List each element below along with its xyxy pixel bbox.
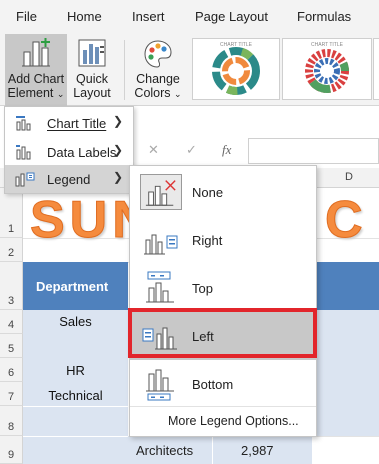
row-header-5[interactable]: 5 <box>0 334 23 358</box>
menu-item-data-labels[interactable]: Data Labels ❯ <box>5 138 133 166</box>
chart-style-thumbnail-1[interactable]: CHART TITLE <box>192 38 280 100</box>
legend-none-icon <box>140 174 182 210</box>
table-header-cell[interactable] <box>317 262 379 310</box>
tab-formulas[interactable]: Formulas <box>297 9 351 24</box>
more-legend-options-link[interactable]: More Legend Options... <box>168 414 299 428</box>
add-chart-element-button[interactable]: Add Chart Element ⌄ <box>5 34 67 106</box>
legend-label-right: Right <box>192 233 223 248</box>
menu-label-legend: Legend <box>47 172 91 187</box>
chevron-down-icon: ⌄ <box>174 89 182 99</box>
quick-layout-icon <box>78 39 106 67</box>
legend-label-bottom: Bottom <box>192 377 234 392</box>
dept-cell-empty[interactable] <box>23 436 128 464</box>
table-header-department[interactable]: Department <box>23 262 128 310</box>
submenu-divider <box>130 406 316 407</box>
dept-cell-hr[interactable]: HR <box>23 358 128 382</box>
change-colors-button[interactable]: Change Colors ⌄ <box>130 34 186 106</box>
legend-submenu: None Right Top Left Bottom More Legend O… <box>129 165 317 437</box>
chevron-down-icon: ⌄ <box>56 89 65 99</box>
ribbon-separator <box>124 40 125 100</box>
row-header-1[interactable]: 1 <box>0 188 23 238</box>
sheet-title-art-tail: C <box>325 191 368 250</box>
legend-label-none: None <box>192 185 224 200</box>
column-header-d[interactable]: D <box>345 171 353 183</box>
dept-cell-empty[interactable] <box>23 334 128 358</box>
dept-cell-technical[interactable]: Technical <box>23 382 128 406</box>
legend-bottom-icon <box>146 369 174 401</box>
tab-insert[interactable]: Insert <box>132 9 165 24</box>
palette-icon <box>144 40 172 68</box>
formula-input[interactable] <box>248 138 379 164</box>
insert-function-icon[interactable]: fx <box>222 142 231 158</box>
row-header-2[interactable]: 2 <box>0 238 23 262</box>
row-header-3[interactable]: 3 <box>0 262 23 310</box>
tab-page-layout[interactable]: Page Layout <box>195 9 268 24</box>
row-header-8[interactable]: 8 <box>0 406 23 436</box>
legend-option-none[interactable]: None <box>130 168 316 216</box>
row-header-4[interactable]: 4 <box>0 310 23 334</box>
ribbon: Add Chart Element ⌄ Quick Layout ⌄ Chang… <box>0 34 379 113</box>
cancel-icon[interactable]: ✕ <box>148 142 159 158</box>
tab-home[interactable]: Home <box>67 9 102 24</box>
quick-layout-label-2: Layout <box>73 86 111 100</box>
legend-option-right[interactable]: Right <box>130 216 316 264</box>
sunburst-thumbnail <box>212 47 260 95</box>
add-chart-label-2: Element <box>7 86 54 100</box>
chart-title-icon <box>16 116 31 131</box>
data-labels-icon <box>16 145 31 160</box>
dept-cell-sales[interactable]: Sales <box>23 310 128 334</box>
menu-label-chart-title: Chart Title <box>47 116 107 131</box>
legend-top-icon <box>146 271 174 303</box>
legend-option-bottom[interactable]: Bottom <box>130 360 316 408</box>
menu-item-legend[interactable]: Legend ❯ <box>5 165 133 193</box>
add-chart-element-menu: Chart Title ❯ Data Labels ❯ Legend ❯ <box>4 106 134 194</box>
dept-cell-empty[interactable] <box>23 406 128 436</box>
chevron-right-icon: ❯ <box>112 114 123 128</box>
legend-option-top[interactable]: Top <box>130 264 316 312</box>
change-colors-label-2: Colors <box>134 86 171 100</box>
tab-file[interactable]: File <box>16 9 37 24</box>
quick-layout-button[interactable]: Quick Layout ⌄ <box>68 34 116 113</box>
chevron-right-icon: ❯ <box>112 170 123 184</box>
quick-layout-label-1: Quick <box>76 72 108 86</box>
value-cell: 2,987 <box>241 443 274 458</box>
legend-right-icon <box>144 234 178 255</box>
sunburst-thumbnail <box>305 49 349 93</box>
chart-style-thumbnail-2[interactable]: CHART TITLE <box>282 38 372 100</box>
add-chart-element-icon <box>22 38 50 67</box>
menu-item-chart-title[interactable]: Chart Title ❯ <box>5 109 133 137</box>
ribbon-tabs: File Home Insert Page Layout Formulas <box>0 0 379 34</box>
row-header-6[interactable]: 6 <box>0 358 23 382</box>
change-colors-label-1: Change <box>136 72 180 86</box>
row-header-7[interactable]: 7 <box>0 382 23 406</box>
confirm-icon[interactable]: ✓ <box>186 142 197 158</box>
chart-style-thumbnail-3[interactable] <box>373 38 379 100</box>
add-chart-label-1: Add Chart <box>7 72 65 86</box>
chevron-right-icon: ❯ <box>112 143 123 157</box>
role-cell-architects: Architects <box>136 443 194 458</box>
legend-icon <box>15 172 35 187</box>
legend-label-top: Top <box>192 281 213 296</box>
menu-label-data-labels: Data Labels <box>47 145 117 160</box>
row-header-9[interactable]: 9 <box>0 436 23 464</box>
table-body-cell[interactable] <box>317 310 379 436</box>
highlight-box <box>128 308 317 358</box>
